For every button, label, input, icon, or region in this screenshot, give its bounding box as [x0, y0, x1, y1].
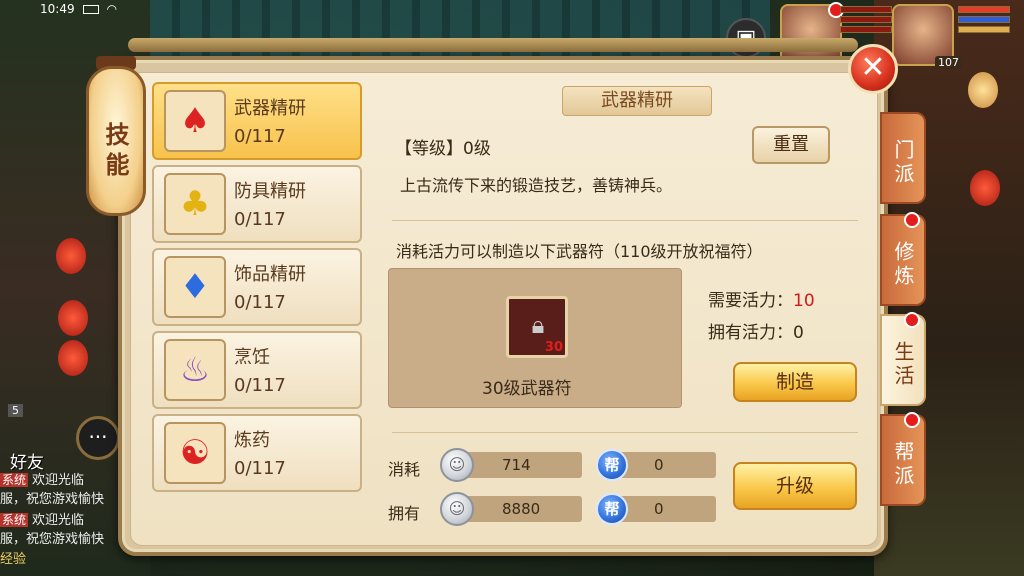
player-status-bars: [958, 6, 1010, 36]
skill-level-text: 【等级】0级: [395, 139, 491, 159]
reset-button[interactable]: 重置: [752, 126, 830, 164]
skill-item-weapon[interactable]: ♠ 武器精研 0/117: [152, 82, 362, 160]
owned-vitality-value: 0: [793, 323, 804, 343]
skill-description: 上古流传下来的锻造技艺，善铸神兵。: [400, 176, 673, 195]
tab-life[interactable]: 生活: [880, 312, 926, 406]
lock-icon: 🔒︎: [531, 311, 545, 339]
background-lantern: [970, 170, 1000, 206]
tab-label: 修炼: [891, 241, 915, 289]
divider: [392, 220, 858, 221]
skill-name: 防具精研: [234, 181, 306, 202]
skill-count: 0/117: [234, 209, 286, 230]
chat-bubble-icon[interactable]: ···: [76, 416, 120, 460]
detail-title: 武器精研: [562, 86, 712, 116]
own-silver-field: 8880: [462, 496, 582, 522]
background-lantern: [968, 72, 998, 108]
recipe-name: 30级武器符: [482, 379, 572, 399]
skill-name: 武器精研: [234, 98, 306, 119]
make-button[interactable]: 制造: [733, 362, 857, 402]
status-time: 10:49: [40, 2, 75, 16]
battery-icon: [82, 5, 99, 14]
skill-name: 烹饪: [234, 347, 270, 368]
pet-status-bars: [840, 6, 892, 36]
required-vitality-value: 10: [793, 291, 815, 311]
weapon-gourd-icon: ♠: [164, 90, 226, 152]
consume-info-text: 消耗活力可以制造以下武器符（110级开放祝福符）: [396, 242, 763, 261]
notification-dot: [904, 412, 920, 428]
skill-count: 0/117: [234, 126, 286, 147]
weapon-talisman-item[interactable]: 🔒︎ 30: [506, 296, 568, 358]
divider: [392, 432, 858, 433]
guild-contribution-icon: 帮: [596, 493, 628, 525]
cooking-pot-icon: ♨: [164, 339, 226, 401]
item-level-badge: 30: [544, 340, 563, 355]
accessory-gourd-icon: ♦: [164, 256, 226, 318]
skill-item-armor[interactable]: ♣ 防具精研 0/117: [152, 165, 362, 243]
skill-list: ♠ 武器精研 0/117 ♣ 防具精研 0/117 ♦ 饰品精研 0/117 ♨…: [152, 82, 362, 497]
guild-contribution-icon: 帮: [596, 449, 628, 481]
player-level: 107: [935, 56, 962, 69]
skill-count: 0/117: [234, 375, 286, 396]
tab-label: 门派: [891, 139, 915, 187]
skill-item-accessory[interactable]: ♦ 饰品精研 0/117: [152, 248, 362, 326]
status-bar: 10:49 ◠: [40, 2, 117, 16]
silver-coin-icon: ☺: [440, 492, 474, 526]
exp-label: 经验: [0, 552, 27, 567]
armor-gourd-icon: ♣: [164, 173, 226, 235]
required-vitality-label: 需要活力：: [708, 291, 793, 311]
background-lantern: [58, 340, 88, 376]
required-vitality: 需要活力：10: [708, 286, 815, 311]
skill-count: 0/117: [234, 458, 286, 479]
tab-sect[interactable]: 门派: [880, 112, 926, 204]
close-button[interactable]: ✕: [848, 44, 898, 94]
tab-label: 帮派: [891, 441, 915, 489]
own-bang-field: 0: [614, 496, 716, 522]
panel-top-rod: [128, 38, 858, 52]
background-lantern: [56, 238, 86, 274]
level-badge: 5: [8, 404, 23, 417]
tab-cultivation[interactable]: 修炼: [880, 212, 926, 306]
own-label: 拥有: [388, 504, 421, 523]
tab-guild[interactable]: 帮派: [880, 412, 926, 506]
consume-silver-field: 714: [462, 452, 582, 478]
skills-lantern-title: 技能: [86, 66, 146, 216]
skill-name: 炼药: [234, 430, 270, 451]
owned-vitality: 拥有活力：0: [708, 318, 804, 343]
skill-count: 0/117: [234, 292, 286, 313]
skill-item-cooking[interactable]: ♨ 烹饪 0/117: [152, 331, 362, 409]
background-lantern: [58, 300, 88, 336]
wifi-icon: ◠: [106, 2, 118, 16]
alchemy-cauldron-icon: ☯: [164, 422, 226, 484]
notification-dot: [904, 312, 920, 328]
notification-dot: [904, 212, 920, 228]
skill-name: 饰品精研: [234, 264, 306, 285]
upgrade-button[interactable]: 升级: [733, 462, 857, 510]
skill-item-alchemy[interactable]: ☯ 炼药 0/117: [152, 414, 362, 492]
silver-coin-icon: ☺: [440, 448, 474, 482]
tab-label: 生活: [891, 341, 915, 389]
close-icon: ✕: [860, 50, 886, 85]
owned-vitality-label: 拥有活力：: [708, 323, 793, 343]
consume-bang-field: 0: [614, 452, 716, 478]
consume-label: 消耗: [388, 460, 421, 479]
